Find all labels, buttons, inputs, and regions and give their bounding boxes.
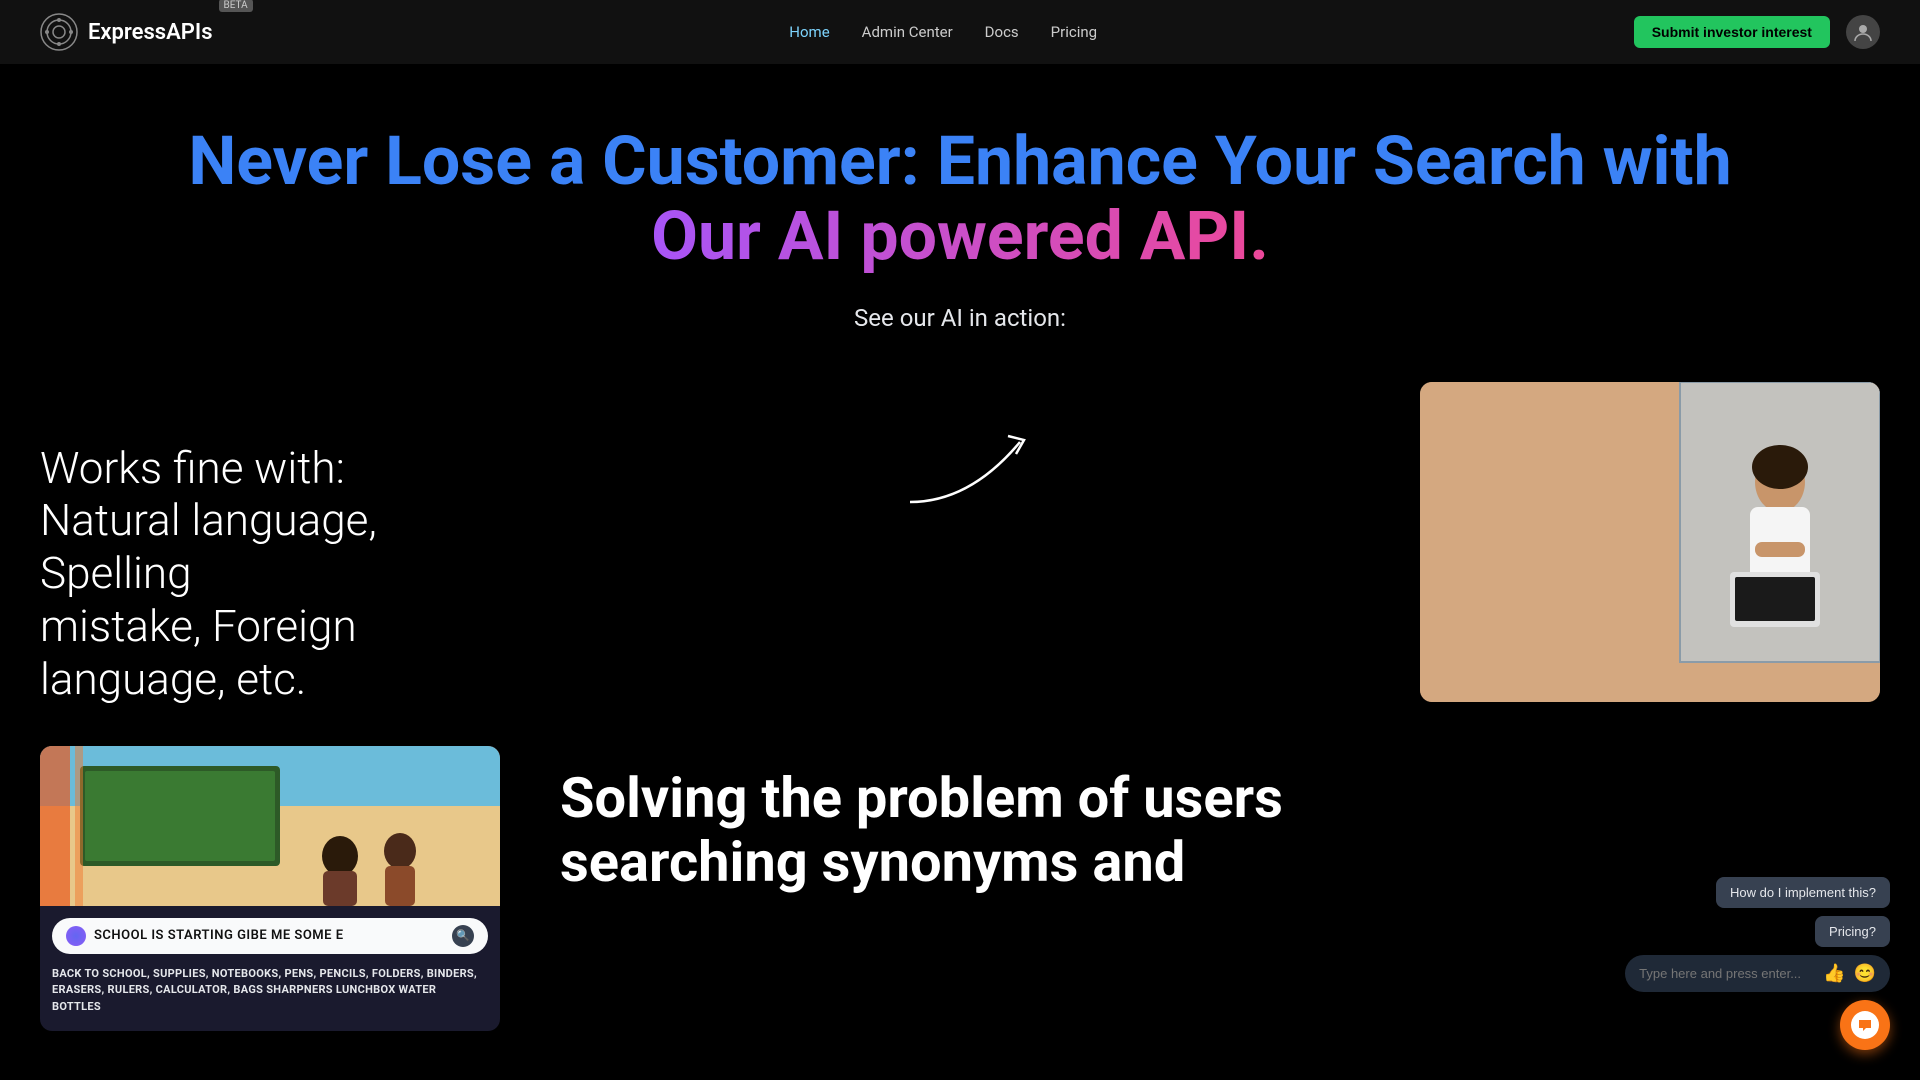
nav-link-admin[interactable]: Admin Center [862,23,953,41]
chat-bubble-icon [1857,1017,1873,1033]
works-fine-text: Works fine with:Natural language, Spelli… [40,442,520,706]
right-text-block: Solving the problem of userssearching sy… [560,746,1880,895]
nav-logo-group: ExpressAPIs BETA [40,13,253,51]
hero-title-blue: Never Lose a Customer: Enhance Your Sear… [188,121,1731,201]
submit-investor-button[interactable]: Submit investor interest [1634,16,1830,48]
demo-tags-bottom: BACK TO SCHOOL, SUPPLIES, NOTEBOOKS, PEN… [52,962,488,1020]
chat-input-row: 👍 😊 [1625,955,1890,992]
demo-card-bottom: SCHOOL IS STARTING GIBE ME SOME E 🔍 BACK… [40,746,500,1032]
beta-badge: BETA [219,0,253,12]
nav-links: Home Admin Center Docs Pricing [789,23,1097,41]
main-content: Works fine with:Natural language, Spelli… [0,382,1920,706]
thumbs-up-icon[interactable]: 👍 [1823,963,1845,984]
hero-section: Never Lose a Customer: Enhance Your Sear… [0,64,1920,332]
classroom-illustration [40,746,500,906]
chat-fab-inner [1851,1011,1879,1039]
solving-text: Solving the problem of userssearching sy… [560,766,1880,895]
hero-title: Never Lose a Customer: Enhance Your Sear… [40,124,1880,274]
woman-illustration [1420,382,1880,702]
chat-fab-button[interactable] [1840,1000,1890,1050]
logo-icon [40,13,78,51]
demo-search-text-bottom: SCHOOL IS STARTING GIBE ME SOME E [94,928,444,943]
chat-input[interactable] [1639,966,1815,981]
hero-subtitle: See our AI in action: [40,304,1880,332]
chat-bubble-pricing[interactable]: Pricing? [1815,916,1890,947]
left-text-block: Works fine with:Natural language, Spelli… [40,382,520,706]
demo-logo-bottom [66,926,86,946]
user-icon [1852,21,1874,43]
demo-search-magnifier-bottom: 🔍 [452,925,474,947]
logo-text: ExpressAPIs [88,20,213,45]
hero-title-purple: Our AI powered API. [651,196,1269,276]
chat-bubble-implement[interactable]: How do I implement this? [1716,877,1890,908]
nav-link-docs[interactable]: Docs [985,23,1019,41]
arrow-icon [890,422,1050,522]
user-avatar[interactable] [1846,15,1880,49]
demo-image-bottom [40,746,500,906]
nav-link-pricing[interactable]: Pricing [1051,23,1097,41]
demo-card-top: WYJEŻDŻM NA WAKCJE LETNIE 🔍 SUMMER VACAT… [1420,382,1880,702]
demo-search-overlay-bottom: SCHOOL IS STARTING GIBE ME SOME E 🔍 BACK… [40,906,500,1032]
demo-image-top [1420,382,1880,702]
nav-link-home[interactable]: Home [789,23,829,41]
nav-right-group: Submit investor interest [1634,15,1880,49]
chat-widget: How do I implement this? Pricing? 👍 😊 [1625,877,1890,1050]
emoji-icon[interactable]: 😊 [1854,963,1876,984]
demo-search-bar-bottom: SCHOOL IS STARTING GIBE ME SOME E 🔍 [52,918,488,954]
navbar: ExpressAPIs BETA Home Admin Center Docs … [0,0,1920,64]
arrow-area [580,382,1360,522]
